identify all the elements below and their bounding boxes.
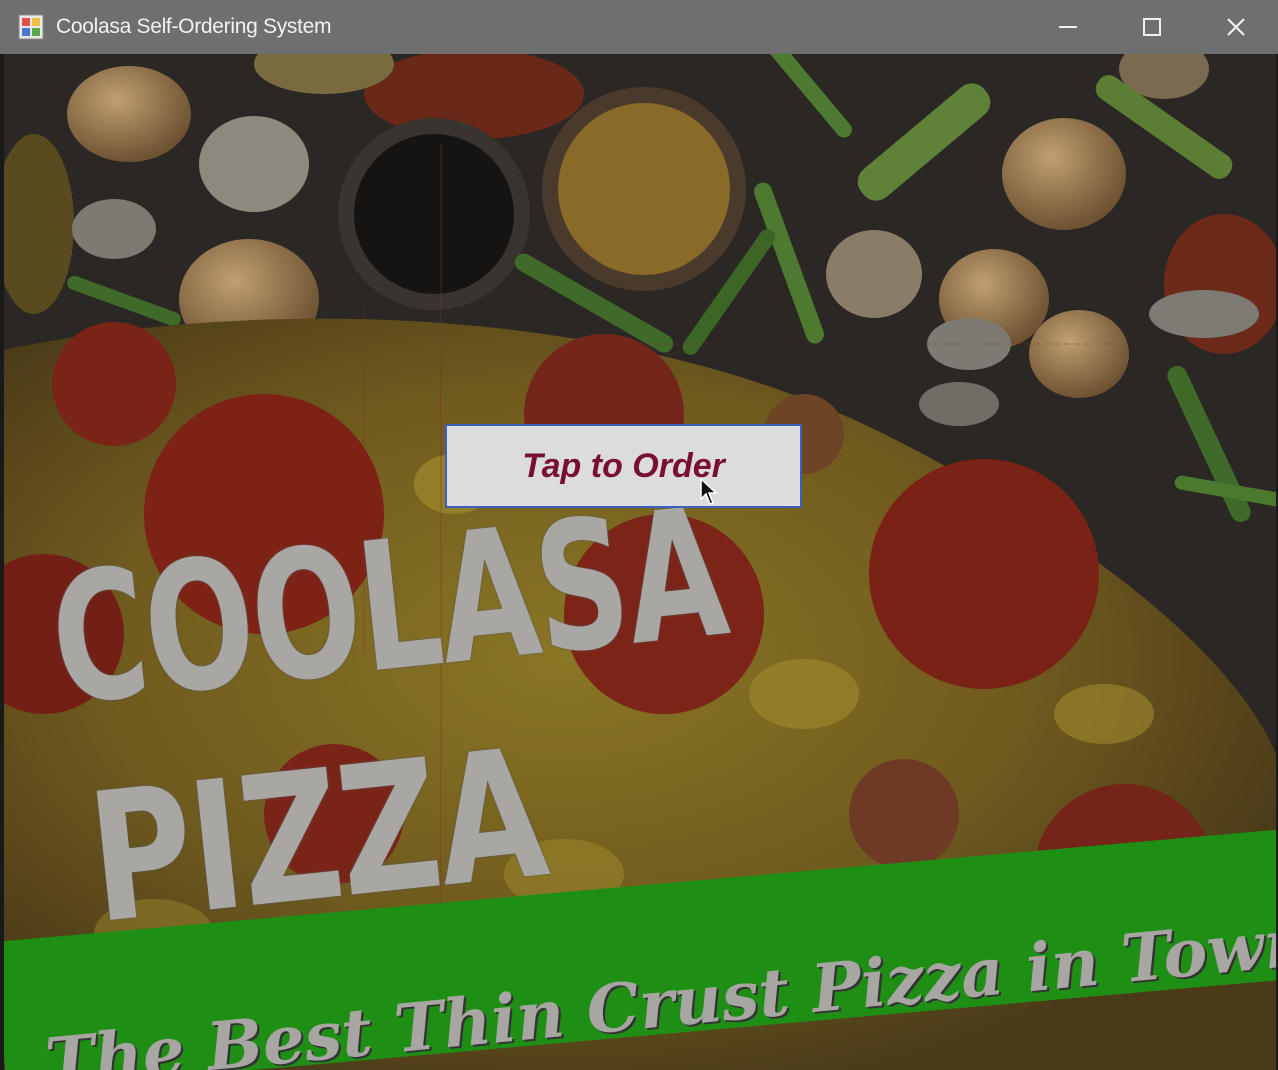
window-controls — [1026, 0, 1278, 54]
maximize-button[interactable] — [1110, 0, 1194, 54]
app-icon — [18, 14, 44, 40]
minimize-button[interactable] — [1026, 0, 1110, 54]
title-bar[interactable]: Coolasa Self-Ordering System — [0, 0, 1278, 54]
tap-to-order-label: Tap to Order — [522, 446, 725, 485]
window-title: Coolasa Self-Ordering System — [56, 15, 332, 38]
close-icon — [1227, 18, 1245, 36]
tap-to-order-button[interactable]: Tap to Order — [445, 424, 802, 508]
close-button[interactable] — [1194, 0, 1278, 54]
brand-name-line2: PIZZA — [80, 709, 555, 963]
maximize-icon — [1143, 18, 1161, 36]
minimize-icon — [1059, 26, 1077, 28]
splash-screen: COOLASA PIZZA The Best Thin Crust Pizza … — [4, 54, 1276, 1070]
